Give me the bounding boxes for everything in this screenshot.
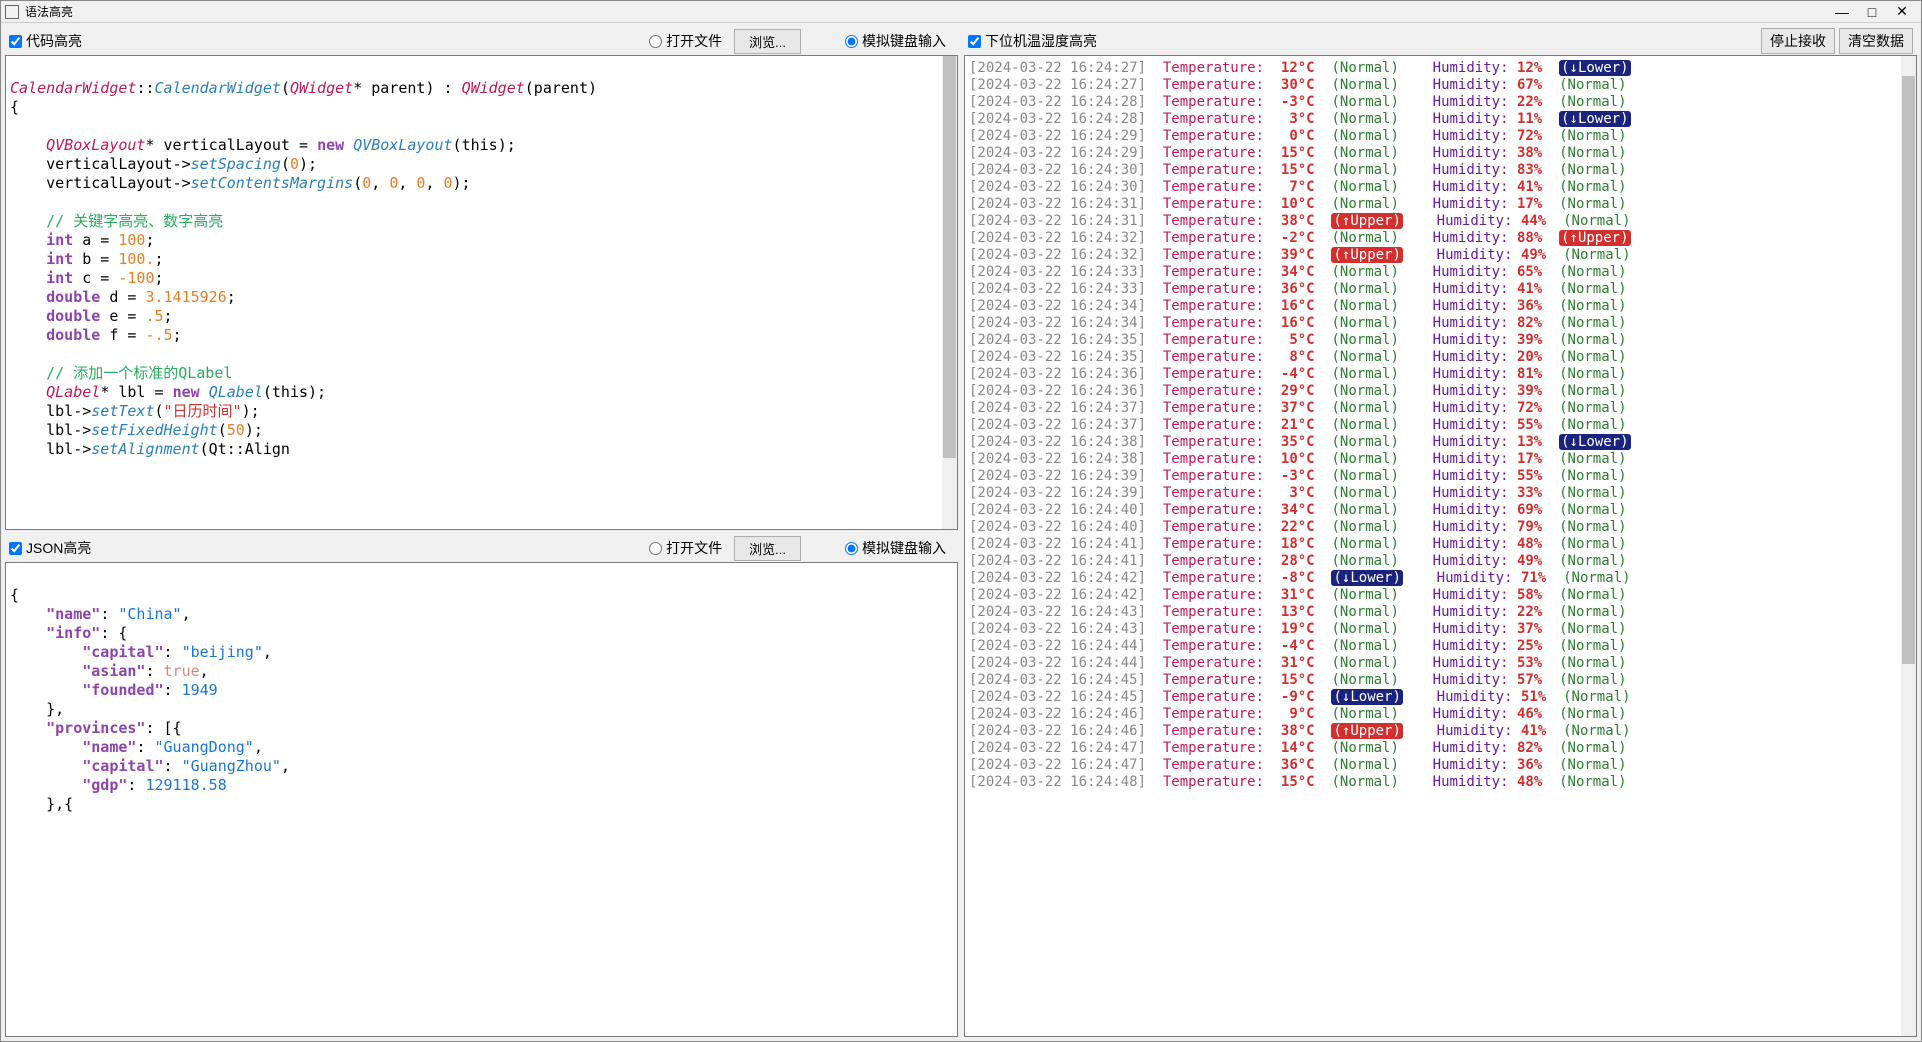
json-simulate-radio[interactable]: 模拟键盘输入 bbox=[845, 538, 946, 558]
stop-receive-button[interactable]: 停止接收 bbox=[1761, 28, 1835, 54]
code-highlight-checkbox[interactable]: 代码高亮 bbox=[9, 31, 82, 51]
json-browse-button[interactable]: 浏览... bbox=[734, 536, 801, 561]
minimize-button[interactable]: — bbox=[1827, 2, 1857, 22]
json-editor[interactable]: { "name": "China", "info": { "capital": … bbox=[5, 562, 958, 1037]
maximize-button[interactable]: □ bbox=[1857, 2, 1887, 22]
window-title: 语法高亮 bbox=[25, 3, 1827, 20]
log-viewer[interactable]: [2024-03-22 16:24:27] Temperature: 12°C … bbox=[964, 55, 1917, 1037]
log-scrollbar[interactable] bbox=[1901, 56, 1916, 1036]
app-icon bbox=[5, 5, 19, 19]
titlebar: 语法高亮 — □ ✕ bbox=[1, 1, 1921, 23]
close-button[interactable]: ✕ bbox=[1887, 2, 1917, 22]
code-open-file-radio[interactable]: 打开文件 bbox=[649, 31, 722, 51]
code-browse-button[interactable]: 浏览... bbox=[734, 29, 801, 54]
clear-data-button[interactable]: 清空数据 bbox=[1839, 28, 1913, 54]
code-scrollbar[interactable] bbox=[942, 56, 957, 529]
json-open-file-radio[interactable]: 打开文件 bbox=[649, 538, 722, 558]
log-panel-header: 下位机温湿度高亮 停止接收 清空数据 bbox=[964, 27, 1917, 55]
json-highlight-checkbox[interactable]: JSON高亮 bbox=[9, 538, 91, 558]
main-window: 语法高亮 — □ ✕ 代码高亮 打开文件 浏览... 模拟键盘输入 bbox=[0, 0, 1922, 1042]
code-editor[interactable]: CalendarWidget::CalendarWidget(QWidget* … bbox=[5, 55, 958, 530]
code-simulate-radio[interactable]: 模拟键盘输入 bbox=[845, 31, 946, 51]
code-panel-header: 代码高亮 打开文件 浏览... 模拟键盘输入 bbox=[5, 27, 958, 55]
log-highlight-checkbox[interactable]: 下位机温湿度高亮 bbox=[968, 31, 1097, 51]
json-panel-header: JSON高亮 打开文件 浏览... 模拟键盘输入 bbox=[5, 534, 958, 562]
